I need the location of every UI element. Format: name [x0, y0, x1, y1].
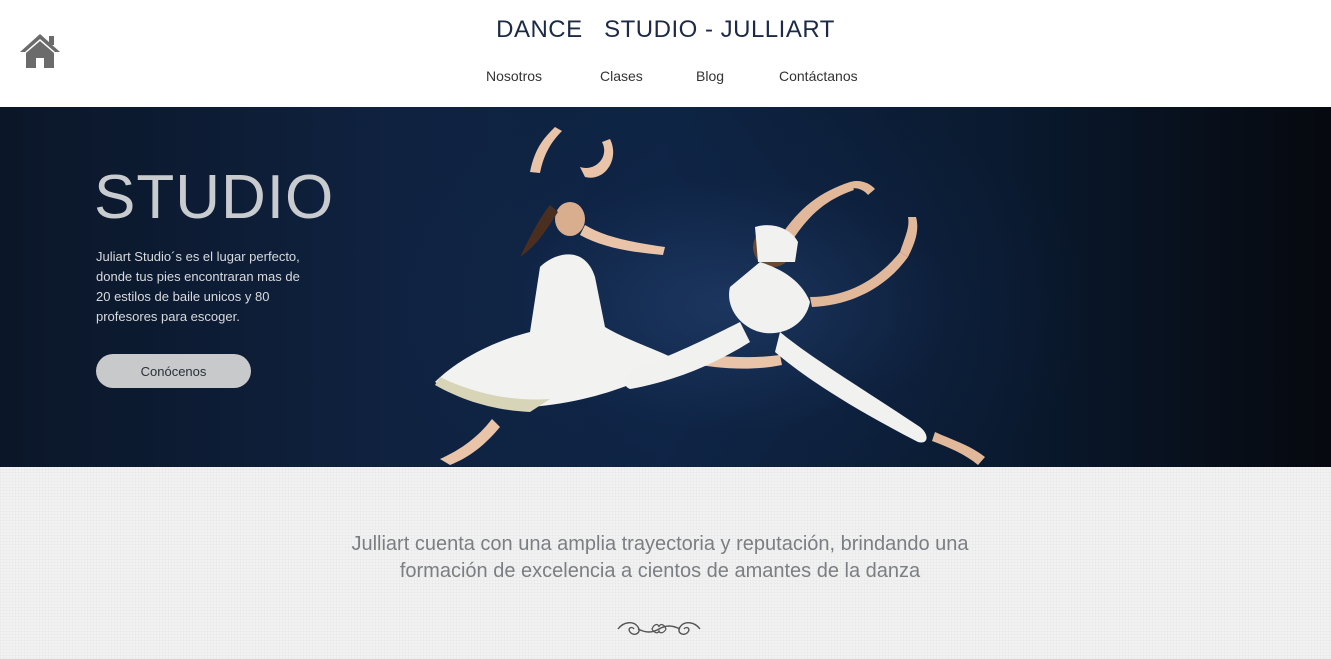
nav-contactanos[interactable]: Contáctanos [779, 68, 858, 84]
hero-description: Juliart Studio´s es el lugar perfecto, d… [96, 249, 300, 324]
nav-blog[interactable]: Blog [696, 68, 724, 84]
conocenos-button[interactable]: Conócenos [96, 354, 251, 388]
main-nav: Nosotros Clases Blog Contáctanos [0, 68, 1331, 88]
flourish-ornament-icon [617, 622, 701, 635]
hero-heading: STUDIO [94, 163, 335, 232]
nav-clases[interactable]: Clases [600, 68, 643, 84]
dancers-image [435, 127, 985, 465]
nav-nosotros[interactable]: Nosotros [486, 68, 542, 84]
site-title: DANCE STUDIO - JULLIART [496, 16, 835, 43]
site-header: DANCE STUDIO - JULLIART Nosotros Clases … [0, 0, 1331, 107]
hero-banner: STUDIO Juliart Studio´s es el lugar perf… [0, 107, 1331, 467]
info-text: Julliart cuenta con una amplia trayector… [351, 533, 969, 582]
info-section: Julliart cuenta con una amplia trayector… [0, 467, 1331, 659]
